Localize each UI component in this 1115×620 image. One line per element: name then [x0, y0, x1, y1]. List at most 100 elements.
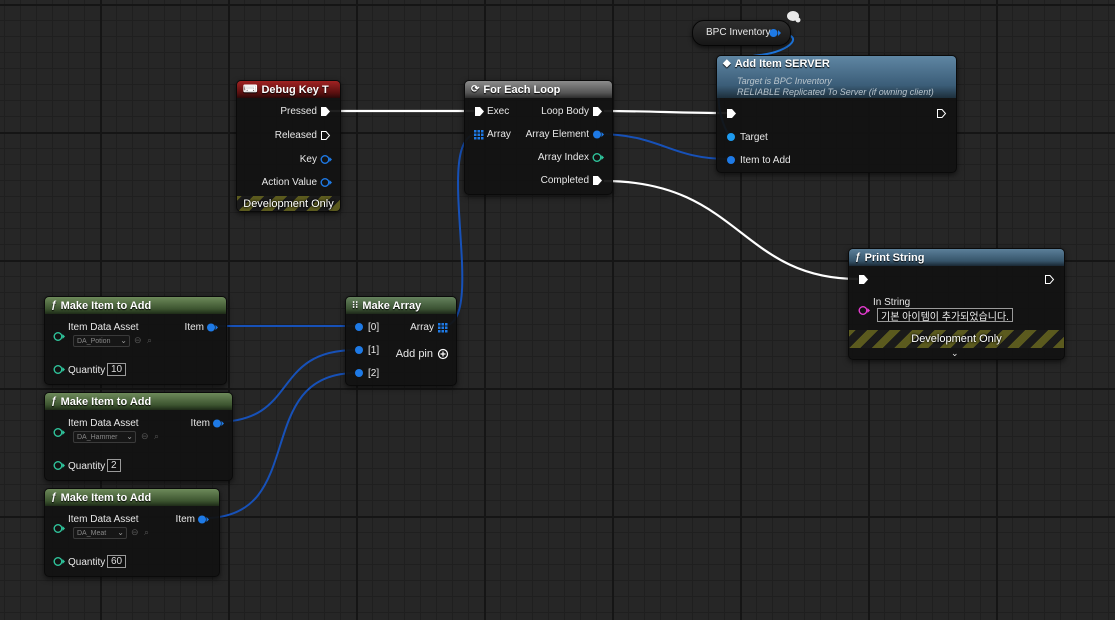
array-element-output-pin[interactable] [592, 129, 604, 140]
asset-combo-value-1: DA_Potion [77, 337, 111, 345]
item-data-asset-combo-3[interactable]: DA_Meat ⌄ [73, 527, 127, 539]
print-string-node[interactable]: ƒ Print String In String 기본 아이템이 추가되었습니다.… [848, 248, 1065, 360]
add-item-exec-input-pin[interactable] [726, 108, 737, 119]
action-value-label: Action Value [261, 177, 317, 188]
add-item-server-node[interactable]: ◆ Add Item SERVER Target is BPC Inventory… [716, 55, 957, 173]
in2-label: [2] [368, 368, 380, 379]
browse-asset-search-icon[interactable]: ⌕ [144, 527, 149, 538]
array-input-pin[interactable] [473, 129, 484, 140]
in0-label: [0] [368, 322, 380, 333]
use-selected-asset-icon[interactable]: ⊖ [131, 527, 139, 538]
add-item-subtitle-replication: RELIABLE Replicated To Server (if owning… [737, 87, 934, 97]
asset-combo-value-2: DA_Hammer [77, 433, 118, 441]
pressed-exec-pin[interactable] [320, 106, 331, 117]
item-data-asset-combo-1[interactable]: DA_Potion ⌄ [73, 335, 130, 347]
target-input-pin[interactable] [726, 132, 736, 142]
add-pin-plus-icon[interactable] [437, 348, 449, 360]
item-data-asset-label-2: Item Data Asset [68, 418, 139, 429]
array-label: Array [487, 129, 511, 140]
use-selected-asset-icon[interactable]: ⊖ [134, 335, 142, 346]
keyboard-icon: ⌨ [243, 84, 258, 95]
browse-asset-search-icon[interactable]: ⌕ [147, 335, 152, 346]
add-item-subtitle-target: Target is BPC Inventory [737, 76, 832, 86]
blueprint-graph-canvas[interactable]: BPC Inventory ⌨ Debug Key T Pressed Relea… [0, 0, 1115, 620]
function-icon: ƒ [855, 252, 861, 263]
quantity-pin-2[interactable] [53, 460, 65, 471]
chevron-down-icon: ⌄ [120, 336, 127, 345]
in-string-input-pin[interactable] [858, 305, 870, 316]
target-label: Target [740, 132, 768, 143]
make-array-title: Make Array [362, 299, 422, 312]
array-in0-pin[interactable] [354, 322, 364, 332]
make-item-node-2[interactable]: ƒ Make Item to Add Item Data Asset DA_Ham… [44, 392, 233, 481]
function-icon: ƒ [51, 396, 57, 407]
item-to-add-input-pin[interactable] [726, 155, 736, 165]
print-exec-input-pin[interactable] [858, 274, 869, 285]
make-item-node-1[interactable]: ƒ Make Item to Add Item Data Asset DA_Pot… [44, 296, 227, 385]
item-output-pin-2[interactable] [212, 418, 224, 429]
item-data-asset-pin-2[interactable] [53, 427, 65, 438]
array-index-label: Array Index [537, 152, 589, 163]
completed-exec-pin[interactable] [592, 175, 603, 186]
add-item-title: Add Item SERVER [734, 58, 830, 70]
item-data-asset-combo-2[interactable]: DA_Hammer ⌄ [73, 431, 136, 443]
chevron-down-icon: ⌄ [126, 432, 133, 441]
quantity-input-1[interactable]: 10 [107, 363, 127, 376]
array-output-pin[interactable] [437, 322, 448, 333]
print-exec-output-pin[interactable] [1044, 274, 1055, 285]
key-output-pin[interactable] [320, 154, 332, 165]
function-icon: ƒ [51, 300, 57, 311]
debug-key-t-node[interactable]: ⌨ Debug Key T Pressed Released Key Action… [236, 80, 341, 212]
make-array-node[interactable]: ⁝⁝ Make Array [0] [1] [2] Array Add pin [345, 296, 457, 386]
released-exec-pin[interactable] [320, 130, 331, 141]
loop-icon: ⟳ [471, 84, 480, 95]
development-only-footer: Development Only [237, 196, 340, 211]
print-string-header[interactable]: ƒ Print String [849, 249, 1064, 266]
make-item-header-3[interactable]: ƒ Make Item to Add [45, 489, 219, 506]
exec-input-pin[interactable] [474, 106, 485, 117]
in-string-input[interactable]: 기본 아이템이 추가되었습니다. [877, 308, 1013, 323]
debug-key-header[interactable]: ⌨ Debug Key T [237, 81, 340, 98]
wire-element-to-itemtoadd [597, 133, 729, 160]
array-in1-pin[interactable] [354, 345, 364, 355]
quantity-pin-3[interactable] [53, 556, 65, 567]
add-item-exec-output-pin[interactable] [936, 108, 947, 119]
item-data-asset-pin-1[interactable] [53, 331, 65, 342]
wire-exec-loopbody-to-additem [603, 109, 728, 115]
variable-output-pin[interactable] [769, 28, 781, 38]
key-label: Key [299, 154, 317, 165]
array-out-label: Array [410, 322, 434, 333]
bpc-inventory-variable-node[interactable]: BPC Inventory [692, 11, 801, 46]
event-diamond-icon: ◆ [723, 58, 731, 69]
make-item-header-2[interactable]: ƒ Make Item to Add [45, 393, 232, 410]
quantity-input-2[interactable]: 2 [107, 459, 121, 472]
array-index-output-pin[interactable] [592, 152, 604, 163]
quantity-pin-1[interactable] [53, 364, 65, 375]
quantity-input-3[interactable]: 60 [107, 555, 127, 568]
print-string-title: Print String [864, 251, 925, 264]
wire-exec-completed-to-print [603, 179, 859, 281]
make-item-node-3[interactable]: ƒ Make Item to Add Item Data Asset DA_Mea… [44, 488, 220, 577]
array-grid-icon: ⁝⁝ [352, 300, 359, 311]
item-output-label-1: Item [184, 322, 204, 333]
make-item-header-1[interactable]: ƒ Make Item to Add [45, 297, 226, 314]
browse-asset-search-icon[interactable]: ⌕ [154, 431, 159, 442]
action-value-output-pin[interactable] [320, 177, 332, 188]
loop-body-exec-pin[interactable] [592, 106, 603, 117]
for-each-header[interactable]: ⟳ For Each Loop [465, 81, 612, 98]
development-only-footer: Development Only [849, 330, 1064, 348]
completed-label: Completed [540, 175, 589, 186]
released-label: Released [274, 130, 317, 141]
debug-key-title: Debug Key T [261, 83, 329, 96]
for-each-loop-node[interactable]: ⟳ For Each Loop Exec Array Loop Body Arra… [464, 80, 613, 195]
use-selected-asset-icon[interactable]: ⊖ [141, 431, 149, 442]
item-output-pin-1[interactable] [206, 322, 218, 333]
item-output-pin-3[interactable] [197, 514, 209, 525]
expand-chevron-icon[interactable]: ⌄ [951, 348, 959, 359]
function-icon: ƒ [51, 492, 57, 503]
item-output-label-3: Item [175, 514, 195, 525]
wire-item2-to-in1 [215, 349, 357, 423]
make-array-header[interactable]: ⁝⁝ Make Array [346, 297, 456, 314]
array-in2-pin[interactable] [354, 368, 364, 378]
item-data-asset-pin-3[interactable] [53, 523, 65, 534]
